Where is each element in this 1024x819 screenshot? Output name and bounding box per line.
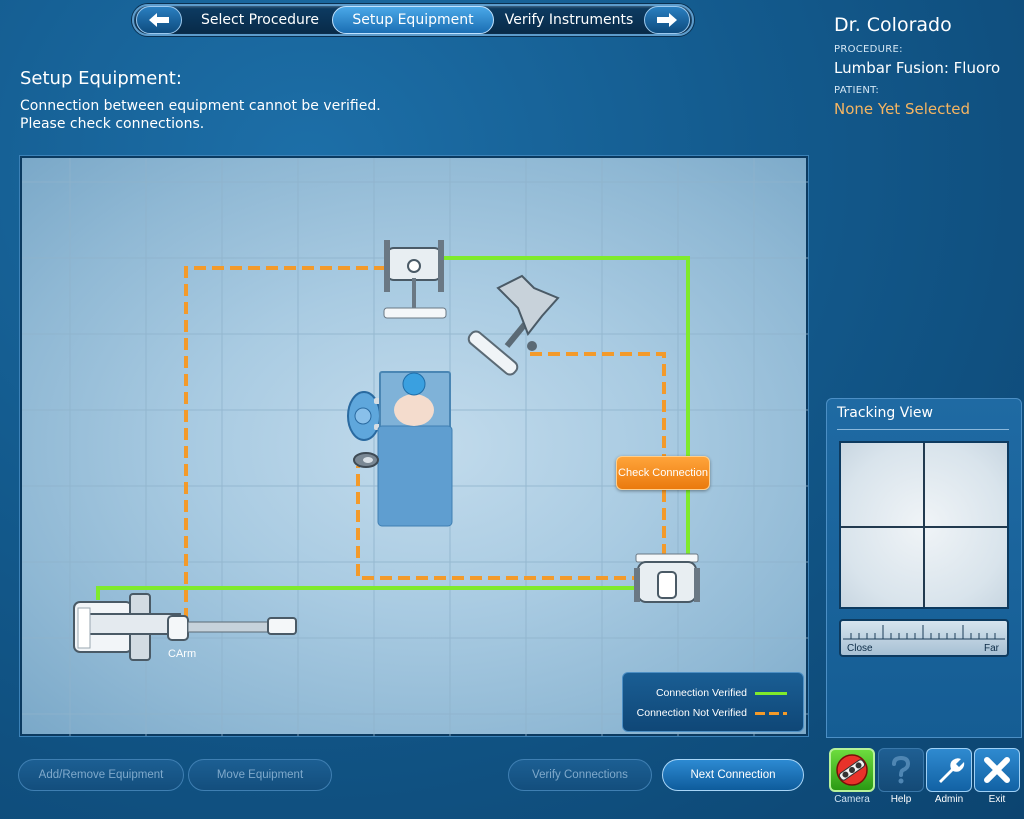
camera-label: Camera <box>834 794 870 805</box>
navigation-cart[interactable] <box>634 553 700 603</box>
surgical-light[interactable] <box>466 274 560 377</box>
legend-not-verified-swatch <box>755 711 787 715</box>
tracking-view-title: Tracking View <box>837 405 933 421</box>
distance-far-label: Far <box>984 643 999 654</box>
help-icon <box>892 755 911 784</box>
arrow-left-icon <box>149 13 169 27</box>
legend-verified-swatch <box>755 691 787 695</box>
status-message-line1: Connection between equipment cannot be v… <box>20 98 381 114</box>
small-device[interactable] <box>353 452 379 468</box>
doctor-name: Dr. Colorado <box>834 14 952 36</box>
check-connection-badge[interactable]: Check Connection <box>616 456 710 490</box>
page-title: Setup Equipment: <box>20 68 182 89</box>
crosshair-vertical <box>923 443 925 607</box>
wizard-step-verify-instruments[interactable]: Verify Instruments <box>496 6 642 34</box>
legend-verified-label: Connection Verified <box>655 687 747 699</box>
camera-icon <box>836 754 868 786</box>
admin-label: Admin <box>934 794 964 805</box>
carm-label: CArm <box>168 648 197 660</box>
distance-close-label: Close <box>847 643 873 654</box>
help-button[interactable] <box>878 748 924 792</box>
tracking-divider <box>837 429 1009 430</box>
help-label: Help <box>890 794 912 805</box>
wizard-nav: Select Procedure Setup Equipment Verify … <box>132 4 694 36</box>
procedure-label: PROCEDURE: <box>834 44 903 55</box>
add-remove-equipment-button[interactable]: Add/Remove Equipment <box>18 759 184 791</box>
move-equipment-button[interactable]: Move Equipment <box>188 759 332 791</box>
admin-button[interactable] <box>926 748 972 792</box>
legend-verified: Connection Verified <box>656 687 787 699</box>
wizard-forward-button[interactable] <box>644 6 690 34</box>
exit-button[interactable] <box>974 748 1020 792</box>
wizard-step-select-procedure[interactable]: Select Procedure <box>188 6 332 34</box>
tracking-screen <box>839 441 1009 609</box>
procedure-value: Lumbar Fusion: Fluoro <box>834 59 1001 77</box>
legend-not-verified-label: Connection Not Verified <box>636 707 747 719</box>
connection-legend: Connection Verified Connection Not Verif… <box>622 672 804 732</box>
patient-label: PATIENT: <box>834 85 880 96</box>
equipment-map: Check Connection CArm Connection Verifie… <box>20 156 808 736</box>
verify-connections-button[interactable]: Verify Connections <box>508 759 652 791</box>
wizard-back-button[interactable] <box>136 6 182 34</box>
equipment-map-canvas <box>22 158 808 736</box>
wrench-icon <box>939 758 965 783</box>
wizard-step-setup-equipment[interactable]: Setup Equipment <box>332 6 494 34</box>
next-connection-button[interactable]: Next Connection <box>662 759 804 791</box>
status-message-line2: Please check connections. <box>20 116 205 132</box>
patient-value: None Yet Selected <box>834 100 970 118</box>
patient-table[interactable] <box>377 371 453 527</box>
tracking-view-panel: Tracking View Close Far <box>826 398 1022 738</box>
camera-tower[interactable] <box>383 240 447 319</box>
close-icon <box>984 757 1010 783</box>
arrow-right-icon <box>657 13 677 27</box>
camera-button[interactable] <box>829 748 875 792</box>
exit-label: Exit <box>988 794 1006 805</box>
legend-not-verified: Connection Not Verified <box>637 707 787 719</box>
distance-meter: Close Far <box>839 619 1009 657</box>
